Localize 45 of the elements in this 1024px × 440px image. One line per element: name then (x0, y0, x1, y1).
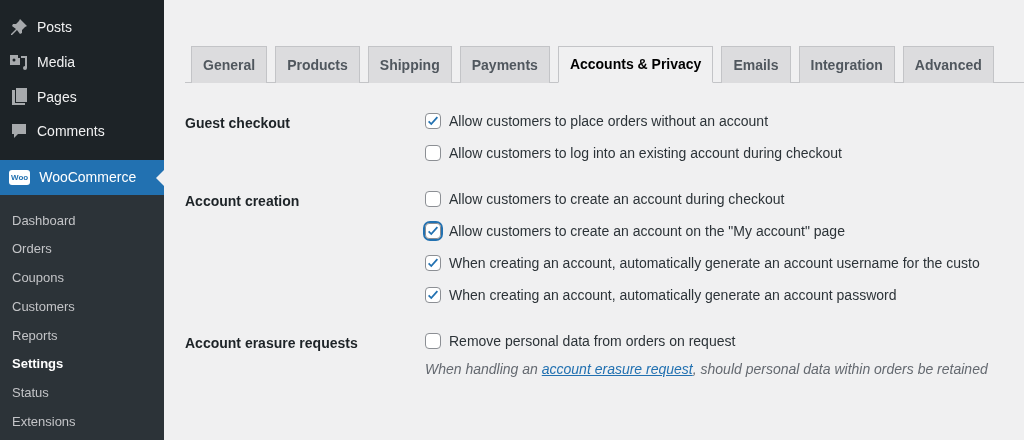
submenu-item[interactable]: Dashboard (0, 206, 88, 236)
checkbox[interactable] (425, 333, 441, 349)
tab[interactable]: Products (275, 46, 360, 83)
submenu-item[interactable]: Reports (0, 321, 70, 351)
tab[interactable]: General (191, 46, 268, 83)
menu-item[interactable]: Media (37, 54, 76, 71)
tab[interactable]: Payments (459, 46, 550, 83)
woo-logo-icon: Woo (9, 169, 31, 185)
tab[interactable]: Integration (798, 46, 895, 83)
checkbox[interactable] (425, 255, 441, 271)
checkbox-label: Allow customers to create an account during checkout (449, 191, 785, 207)
checkbox-label: Allow customers to log into an existing account during checkout (449, 145, 842, 161)
menu-pointer-icon (156, 169, 164, 186)
checkbox[interactable] (425, 223, 441, 239)
checkbox[interactable] (425, 191, 441, 207)
tab[interactable]: Accounts & Privacy (557, 46, 714, 83)
pin-icon (9, 17, 29, 38)
submenu-item[interactable]: Orders (0, 235, 64, 265)
tab[interactable]: Advanced (902, 46, 994, 83)
checkbox[interactable] (425, 145, 441, 161)
erasure-request-link[interactable]: account erasure request (541, 361, 693, 377)
tab[interactable]: Emails (721, 46, 791, 83)
setting-description: When handling an account erasure request, should personal data within orders be retained (425, 361, 988, 377)
checkbox[interactable] (425, 113, 441, 129)
menu-item[interactable]: Posts (37, 19, 72, 36)
checkbox-label: Allow customers to create an account on the "My account" page (449, 223, 845, 239)
checkbox-label: Remove personal data from orders on request (449, 333, 736, 349)
checkbox-label: When creating an account, automatically generate an account username for the custo (449, 255, 980, 271)
checkbox[interactable] (425, 287, 441, 303)
submenu-item[interactable]: Coupons (0, 264, 77, 293)
submenu-item[interactable]: Customers (0, 292, 87, 322)
active-menu-item[interactable]: Woo WooCommerce (0, 159, 164, 195)
menu-item[interactable]: Comments (37, 123, 105, 140)
pages-icon (9, 86, 29, 107)
setting-label: Account creation (185, 192, 301, 211)
menu-item[interactable]: Pages (37, 88, 77, 105)
media-icon (9, 52, 29, 73)
setting-label: Guest checkout (185, 114, 292, 133)
submenu-item[interactable]: Settings (0, 350, 76, 379)
checkbox-label: When creating an account, automatically generate an account password (449, 287, 897, 303)
submenu-item[interactable]: Status (0, 378, 61, 408)
tab[interactable]: Shipping (367, 46, 452, 83)
checkbox-label: Allow customers to place orders without an account (449, 113, 769, 129)
setting-label: Account erasure requests (185, 334, 359, 353)
submenu-item[interactable]: Extensions (0, 407, 88, 437)
